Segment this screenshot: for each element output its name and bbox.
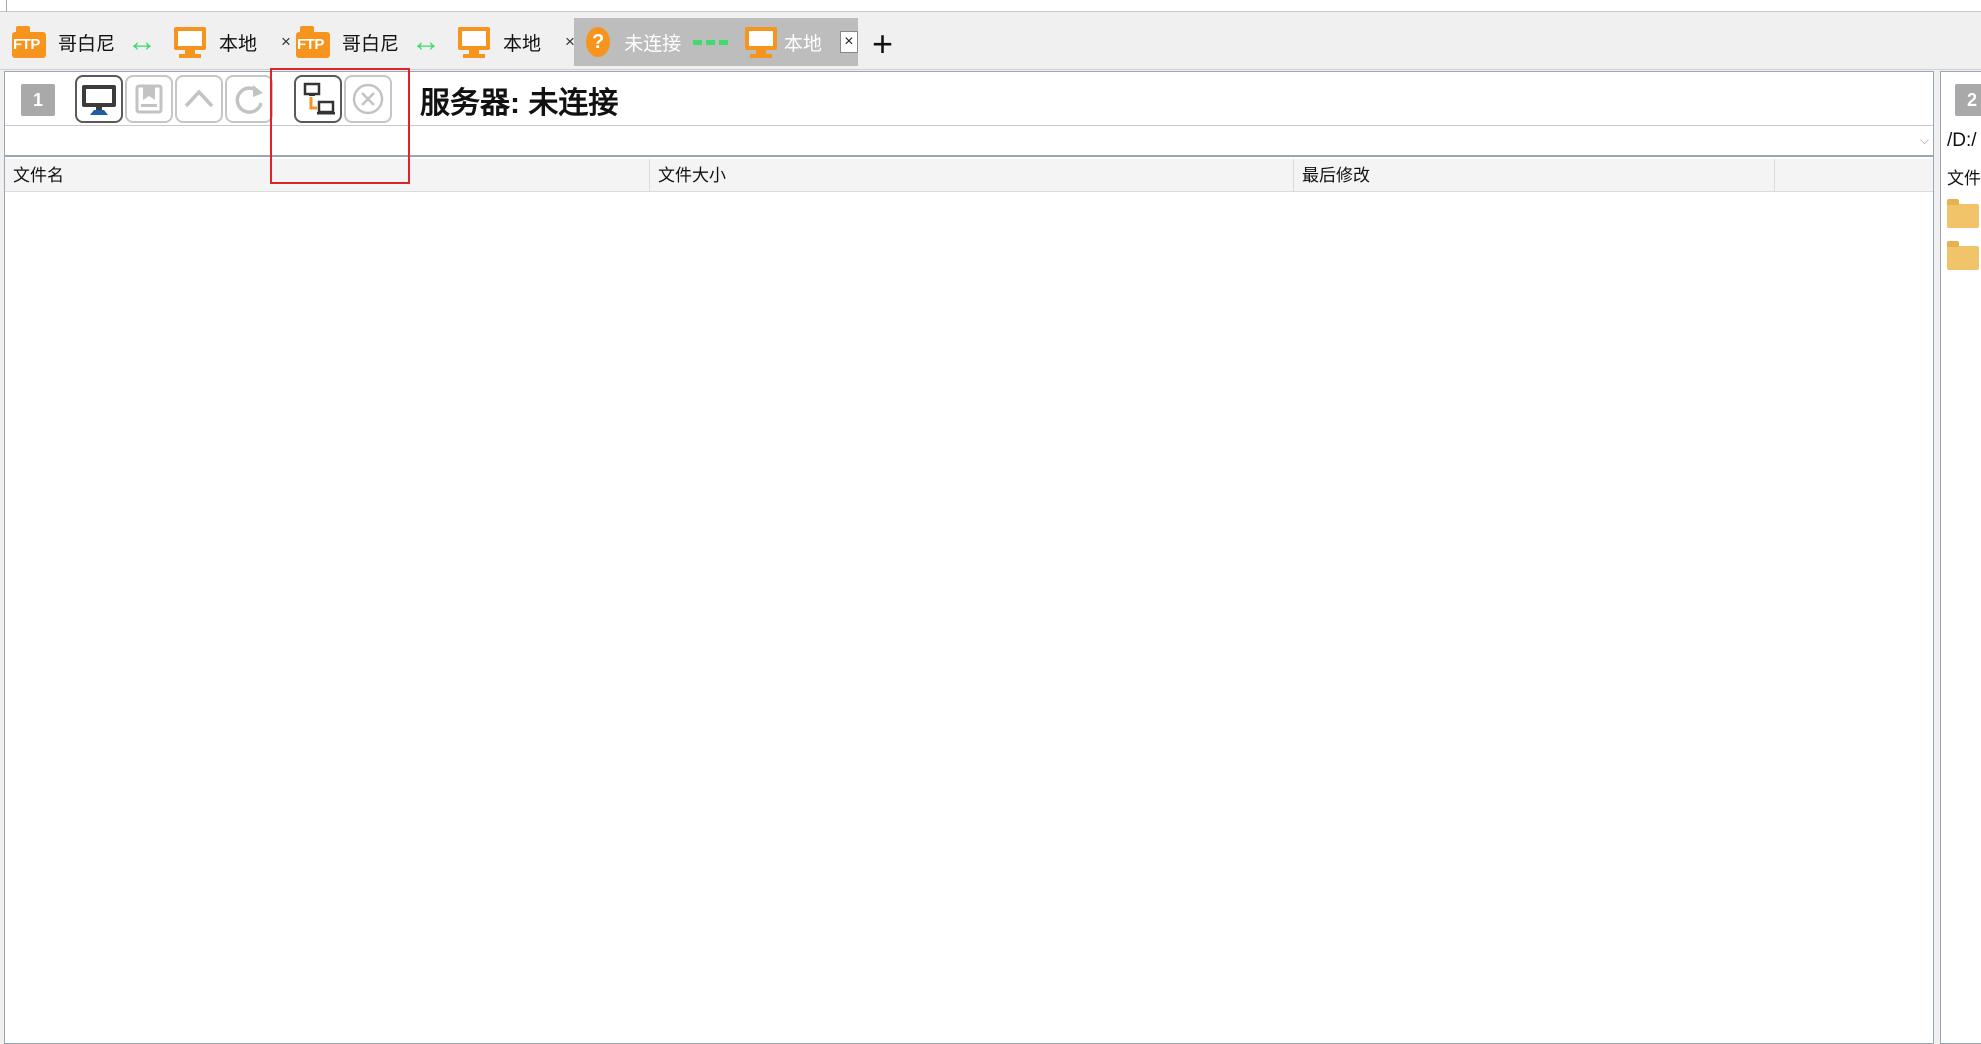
- disconnected-dashes-icon: [693, 39, 729, 45]
- tab-bar: FTP 哥白尼 ↔ 本地 × FTP 哥白尼 ↔ 本地 × ? 未连接 本地 ×…: [0, 12, 1981, 70]
- connect-server-icon: [303, 82, 335, 115]
- tab-session-2[interactable]: FTP 哥白尼 ↔ 本地 ×: [294, 18, 575, 66]
- connected-arrows-icon: ↔: [411, 25, 442, 58]
- local-monitor-icon: [173, 25, 207, 59]
- disconnect-button[interactable]: [344, 75, 392, 123]
- tab-session-1[interactable]: FTP 哥白尼 ↔ 本地 ×: [10, 18, 291, 66]
- new-tab-button[interactable]: +: [872, 26, 893, 62]
- file-list-header: 文件名 文件大小 最后修改: [5, 159, 1933, 192]
- window-top-strip: [0, 0, 1981, 12]
- file-list[interactable]: [5, 193, 1933, 1043]
- path-input[interactable]: ⌵: [5, 127, 1933, 157]
- server-status-title: 服务器: 未连接: [420, 87, 619, 120]
- ftp-icon: FTP: [294, 24, 330, 60]
- local-monitor-icon: [744, 25, 778, 59]
- connect-server-button[interactable]: [294, 75, 342, 123]
- parent-directory-button[interactable]: [175, 75, 223, 123]
- column-header-name[interactable]: 文件: [1947, 164, 1981, 189]
- ftp-icon: FTP: [10, 24, 46, 60]
- tab-remote-label: 哥白尼: [342, 33, 400, 55]
- tab-remote-label: 未连接: [624, 33, 682, 55]
- folder-icon[interactable]: [1947, 199, 1979, 228]
- connected-arrows-icon: ↔: [127, 25, 158, 58]
- panel-number-badge: 2: [1955, 84, 1981, 116]
- chevron-down-icon[interactable]: ⌵: [1920, 133, 1929, 148]
- panel-number-badge: 1: [21, 84, 55, 116]
- column-header-name[interactable]: 文件名: [5, 159, 650, 192]
- tab-session-3[interactable]: ? 未连接 本地 ×: [574, 18, 859, 66]
- path-input[interactable]: /D:/: [1947, 130, 1977, 152]
- folder-icon[interactable]: [1947, 241, 1979, 270]
- local-monitor-icon: [457, 25, 491, 59]
- column-header-modified[interactable]: 最后修改: [1294, 159, 1775, 192]
- tab-close-button[interactable]: ×: [281, 32, 291, 52]
- local-computer-icon: [82, 85, 116, 115]
- panel-toolbar: 1 服务器: 未连接: [5, 72, 1933, 126]
- tab-remote-label: 哥白尼: [58, 33, 116, 55]
- refresh-icon: [235, 85, 263, 114]
- tab-local-label: 本地: [219, 33, 258, 55]
- column-header-size[interactable]: 文件大小: [650, 159, 1294, 192]
- question-icon: ?: [586, 27, 611, 57]
- tab-close-button[interactable]: ×: [839, 31, 859, 53]
- tab-local-label: 本地: [783, 33, 822, 55]
- disconnect-icon: [352, 83, 384, 115]
- bookmark-button[interactable]: [125, 75, 173, 123]
- refresh-button[interactable]: [225, 75, 273, 123]
- tab-local-label: 本地: [503, 33, 542, 55]
- local-computer-button[interactable]: [75, 75, 123, 123]
- right-file-panel: 2 /D:/ 文件: [1940, 71, 1981, 1044]
- bookmark-icon: [135, 84, 163, 114]
- left-file-panel: 1 服务器: 未连接 ⌵ 文件名 文件大小 最后修改: [4, 71, 1934, 1044]
- up-arrow-icon: [184, 89, 214, 108]
